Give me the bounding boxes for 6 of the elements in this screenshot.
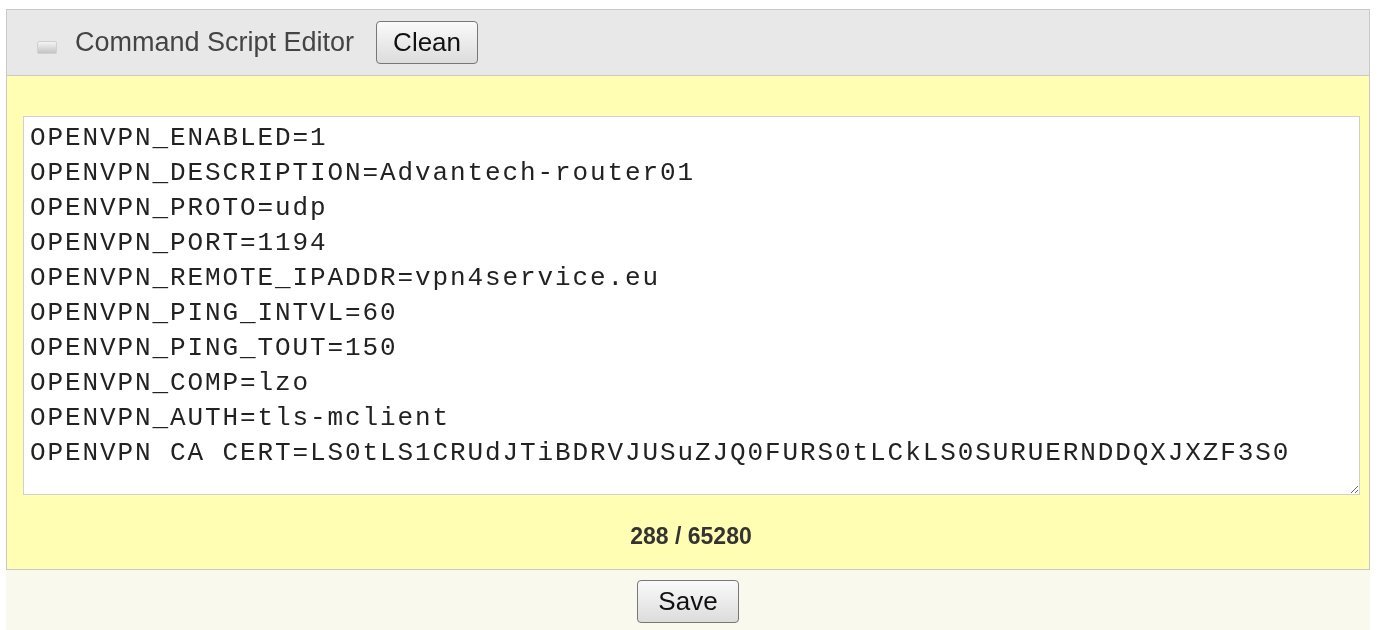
script-editor-field[interactable]: OPENVPN_ENABLED=1 OPENVPN_DESCRIPTION=Advantech-router01 OPENVPN_PROTO=udp OPENVPN_PORT=1194 OPENVPN_REMOTE_IPADDR=vpn4service.eu OPENVPN_PING_INTVL=60 OPENVPN_PING_TOUT=150 OPENVPN_COMP=lzo OPENVPN_AUTH=tls-mclient OPENVPN CA CERT=LS0tLS1CRUdJTiBDRVJUSuZJQ0FURS0tLCkLS0SURUERNDDQXJXZF3S0: [23, 116, 1360, 495]
square-icon: [37, 41, 57, 54]
panel-title: Command Script Editor: [75, 27, 355, 58]
character-counter: 288 / 65280: [629, 523, 753, 550]
clean-button[interactable]: Clean: [376, 21, 479, 64]
save-button[interactable]: Save: [637, 579, 739, 623]
